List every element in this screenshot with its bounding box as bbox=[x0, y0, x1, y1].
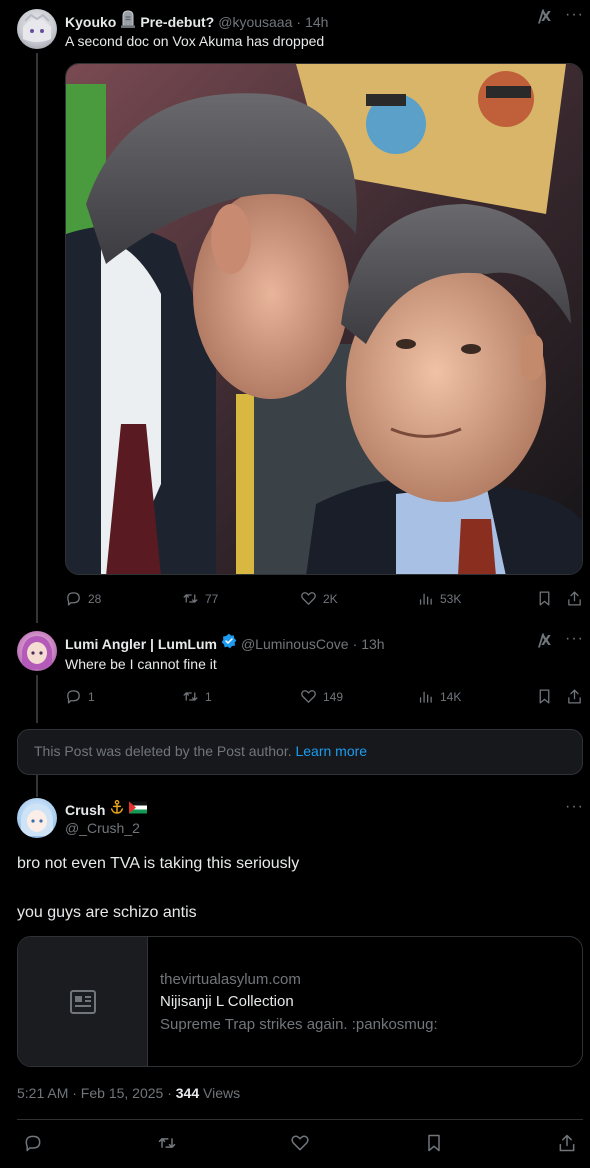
like-count: 149 bbox=[323, 689, 344, 704]
card-description: Supreme Trap strikes again. :pankosmug: bbox=[160, 1016, 438, 1033]
share-button[interactable] bbox=[566, 688, 583, 710]
bookmark-icon bbox=[539, 689, 550, 704]
bookmark-button[interactable] bbox=[424, 1133, 444, 1158]
repost-icon bbox=[158, 1138, 176, 1148]
timestamp-text: 5:21 AM · Feb 15, 2025 · bbox=[17, 1085, 176, 1101]
palestine-flag-icon bbox=[129, 801, 148, 819]
analytics-icon bbox=[419, 593, 432, 605]
post-text-line-2: you guys are schizo antis bbox=[17, 904, 197, 921]
divider bbox=[17, 1119, 583, 1120]
views-label: Views bbox=[199, 1085, 241, 1101]
heart-icon bbox=[301, 690, 316, 703]
more-options-icon[interactable]: ··· bbox=[565, 6, 584, 24]
author-name-suffix: Pre-debut? bbox=[140, 13, 215, 30]
thread-line bbox=[36, 675, 38, 723]
heart-icon bbox=[301, 592, 316, 605]
reply-icon bbox=[67, 592, 80, 606]
author-name[interactable]: Kyouko bbox=[65, 14, 116, 30]
views-count: 344 bbox=[175, 1085, 200, 1101]
deleted-notice-text: This Post was deleted by the Post author… bbox=[34, 743, 292, 759]
card-title: Nijisanji L Collection bbox=[160, 993, 294, 1010]
reply-button[interactable] bbox=[23, 1133, 43, 1158]
author-name[interactable]: Crush bbox=[65, 802, 105, 818]
avatar[interactable] bbox=[17, 798, 57, 838]
reply-count: 1 bbox=[88, 689, 95, 704]
like-count: 2K bbox=[323, 591, 338, 606]
like-button[interactable]: 149 bbox=[300, 688, 343, 705]
reply-count: 28 bbox=[88, 591, 102, 606]
avatar-illustration bbox=[23, 13, 51, 42]
bookmark-button[interactable] bbox=[536, 590, 553, 612]
grok-icon-slash: X bbox=[541, 10, 552, 25]
anchor-emoji-icon bbox=[109, 799, 125, 820]
share-icon bbox=[568, 591, 581, 606]
thread-line bbox=[36, 53, 38, 623]
share-icon bbox=[568, 689, 581, 704]
repost-button[interactable]: 1 bbox=[182, 688, 212, 705]
more-options-icon[interactable]: ··· bbox=[565, 798, 584, 816]
post-timestamp[interactable]: 5:21 AM · Feb 15, 2025 · 344 Views bbox=[17, 1085, 240, 1101]
share-icon bbox=[559, 1134, 575, 1152]
repost-icon bbox=[183, 594, 198, 603]
repost-button[interactable]: 77 bbox=[182, 590, 218, 607]
views-count: 53K bbox=[440, 591, 462, 606]
repost-icon bbox=[183, 692, 198, 701]
post-text-line-1: bro not even TVA is taking this seriousl… bbox=[17, 855, 300, 872]
bookmark-button[interactable] bbox=[536, 688, 553, 710]
author-name[interactable]: Lumi Angler | LumLum bbox=[65, 636, 217, 652]
avatar-illustration bbox=[21, 804, 53, 836]
heart-icon bbox=[291, 1135, 309, 1151]
verified-badge-icon bbox=[221, 633, 237, 654]
post-time[interactable]: 14h bbox=[305, 14, 328, 30]
more-options-icon[interactable]: ··· bbox=[565, 630, 584, 648]
bookmark-icon bbox=[428, 1134, 440, 1152]
views-count: 14K bbox=[440, 689, 462, 704]
post-media-image[interactable] bbox=[65, 63, 583, 575]
deleted-post-notice: This Post was deleted by the Post author… bbox=[17, 729, 583, 775]
like-button[interactable]: 2K bbox=[300, 590, 338, 607]
avatar[interactable] bbox=[17, 9, 57, 49]
views-button[interactable]: 53K bbox=[417, 590, 461, 607]
reply-icon bbox=[25, 1135, 41, 1152]
link-preview-card[interactable]: thevirtualasylum.com Nijisanji L Collect… bbox=[17, 936, 583, 1067]
reply-icon bbox=[67, 690, 80, 704]
views-button[interactable]: 14K bbox=[417, 688, 461, 705]
avatar-illustration bbox=[22, 636, 52, 669]
repost-button[interactable] bbox=[157, 1133, 177, 1158]
post-time[interactable]: 13h bbox=[361, 636, 384, 652]
tombstone-icon bbox=[120, 10, 136, 33]
reply-button[interactable]: 1 bbox=[65, 688, 95, 705]
card-domain: thevirtualasylum.com bbox=[160, 971, 301, 988]
learn-more-link[interactable]: Learn more bbox=[295, 743, 367, 759]
author-handle[interactable]: @_Crush_2 bbox=[65, 820, 140, 836]
author-handle[interactable]: @kyousaaa bbox=[218, 14, 292, 30]
author-handle[interactable]: @LuminousCove bbox=[241, 636, 349, 652]
article-icon bbox=[69, 989, 96, 1014]
share-button[interactable] bbox=[566, 590, 583, 612]
grok-icon-slash: X bbox=[541, 634, 552, 649]
analytics-icon bbox=[419, 691, 432, 703]
card-thumbnail bbox=[18, 937, 148, 1066]
share-button[interactable] bbox=[557, 1133, 577, 1158]
repost-count: 77 bbox=[205, 591, 219, 606]
bookmark-icon bbox=[539, 591, 550, 606]
post-text: A second doc on Vox Akuma has dropped bbox=[65, 33, 325, 49]
reply-button[interactable]: 28 bbox=[65, 590, 101, 607]
thread-line bbox=[36, 775, 38, 797]
post-text: Where be I cannot fine it bbox=[65, 656, 217, 672]
avatar[interactable] bbox=[17, 631, 57, 671]
repost-count: 1 bbox=[205, 689, 212, 704]
like-button[interactable] bbox=[290, 1133, 310, 1158]
